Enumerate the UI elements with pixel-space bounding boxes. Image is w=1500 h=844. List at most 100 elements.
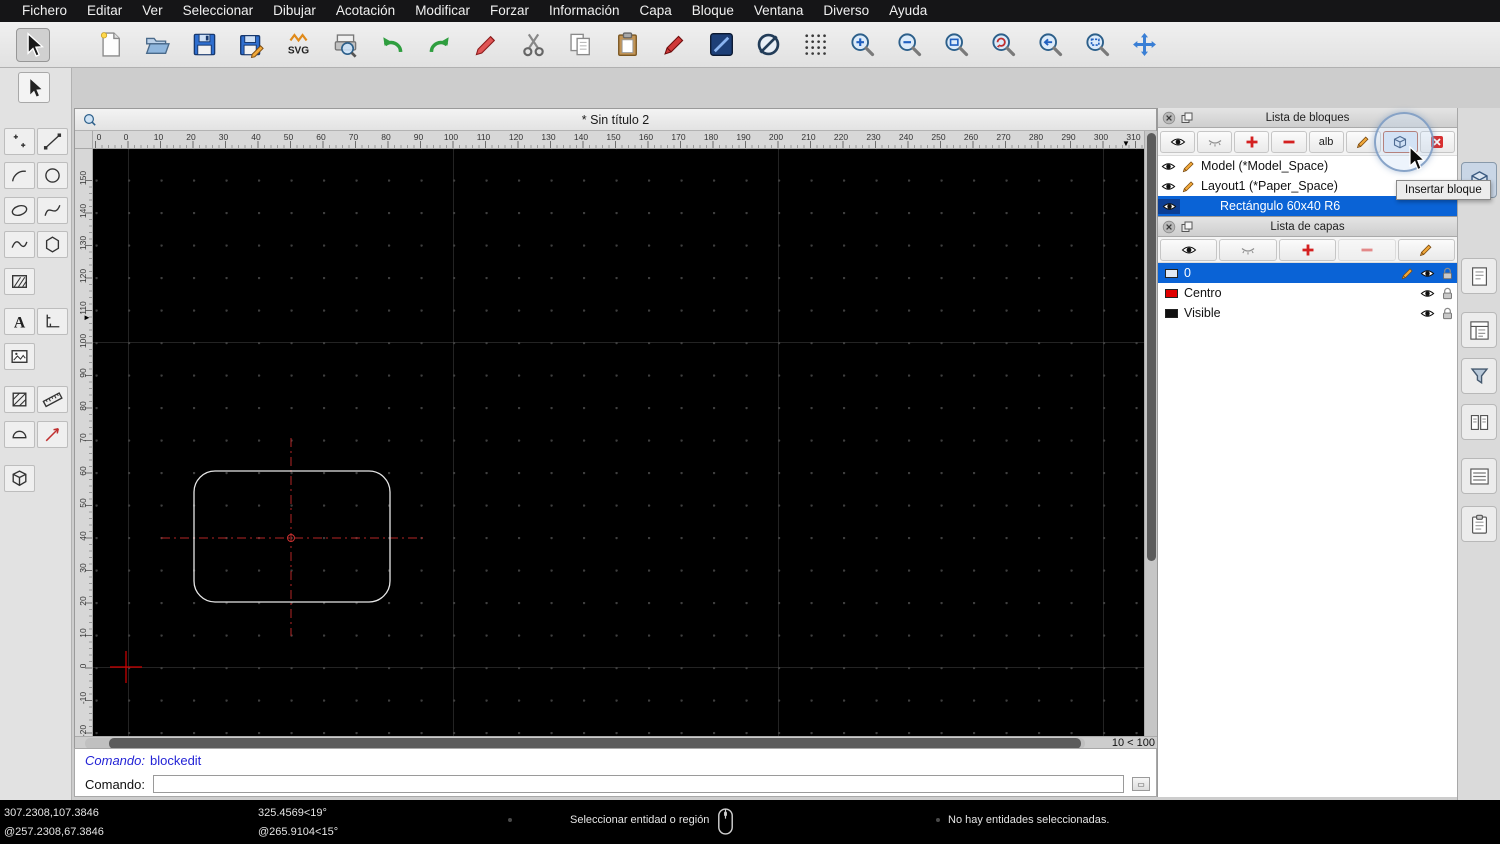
dock-page-panel-button[interactable] <box>1461 258 1497 294</box>
solid-tool[interactable] <box>4 465 35 492</box>
close-panel-icon[interactable] <box>1162 220 1176 234</box>
menu-capa[interactable]: Capa <box>630 0 682 22</box>
block-visibility-icon[interactable] <box>1158 199 1180 214</box>
ordinate-tool[interactable] <box>37 308 68 335</box>
circle-tool[interactable] <box>37 162 68 189</box>
menu-modificar[interactable]: Modificar <box>405 0 480 22</box>
remove-block-button[interactable] <box>1271 131 1306 153</box>
menu-ver[interactable]: Ver <box>132 0 172 22</box>
dock-rows-panel-button[interactable] <box>1461 458 1497 494</box>
polygon-tool[interactable] <box>37 231 68 258</box>
zoom-pan-button[interactable] <box>1127 28 1161 62</box>
float-panel-icon[interactable] <box>1180 111 1194 125</box>
layer-list-item[interactable]: Visible <box>1158 303 1457 323</box>
menu-editar[interactable]: Editar <box>77 0 132 22</box>
menu-diverso[interactable]: Diverso <box>813 0 879 22</box>
edit-layer-button[interactable] <box>1398 239 1455 261</box>
menu-forzar[interactable]: Forzar <box>480 0 539 22</box>
ellipse-tool[interactable] <box>4 197 35 224</box>
vertical-scrollbar[interactable] <box>1144 131 1157 736</box>
dimension-tool[interactable] <box>37 421 68 448</box>
add-layer-button[interactable] <box>1279 239 1336 261</box>
block-edit-icon[interactable] <box>1178 179 1198 194</box>
block-visibility-icon[interactable] <box>1158 159 1178 174</box>
block-visibility-icon[interactable] <box>1158 179 1178 194</box>
line-attributes-button[interactable] <box>704 28 738 62</box>
arc-tool[interactable] <box>4 162 35 189</box>
dock-clipboard-panel-button[interactable] <box>1461 506 1497 542</box>
zoom-window-button[interactable] <box>1080 28 1114 62</box>
copy-button[interactable] <box>563 28 597 62</box>
selection-tool[interactable] <box>18 72 50 103</box>
menu-ventana[interactable]: Ventana <box>744 0 814 22</box>
entity-attributes-button[interactable] <box>751 28 785 62</box>
cut-button[interactable] <box>516 28 550 62</box>
menu-ayuda[interactable]: Ayuda <box>879 0 937 22</box>
close-panel-icon[interactable] <box>1162 111 1176 125</box>
freehand-tool[interactable] <box>4 231 35 258</box>
dock-list-panel-button[interactable] <box>1461 312 1497 348</box>
spline-tool[interactable] <box>37 197 68 224</box>
ruler-left-label: 60 <box>78 458 88 484</box>
measure-tool[interactable] <box>37 386 68 413</box>
delete-entities-button[interactable] <box>469 28 503 62</box>
point-tool[interactable] <box>4 128 35 155</box>
freeze-all-layers-button[interactable] <box>1219 239 1276 261</box>
document-titlebar[interactable]: * Sin título 2 <box>75 109 1156 131</box>
hatch-tool[interactable] <box>4 268 35 295</box>
zoom-out-button[interactable] <box>892 28 926 62</box>
add-block-button[interactable] <box>1234 131 1269 153</box>
zoom-previous-button[interactable] <box>1033 28 1067 62</box>
new-document-button[interactable] <box>93 28 127 62</box>
remove-layer-button[interactable] <box>1338 239 1395 261</box>
image-tool[interactable] <box>4 343 35 370</box>
layer-visibility-icon[interactable] <box>1417 286 1437 301</box>
menu-acotacion[interactable]: Acotación <box>326 0 405 22</box>
menu-dibujar[interactable]: Dibujar <box>263 0 326 22</box>
horizontal-scrollbar[interactable] <box>85 738 1085 749</box>
layer-list-item[interactable]: 0 <box>1158 263 1457 283</box>
undo-button[interactable] <box>375 28 409 62</box>
dock-library-panel-button[interactable] <box>1461 404 1497 440</box>
open-document-button[interactable] <box>140 28 174 62</box>
rename-block-button[interactable]: alb <box>1309 131 1344 153</box>
layer-lock-icon[interactable] <box>1437 286 1457 301</box>
layer-visibility-icon[interactable] <box>1417 306 1437 321</box>
fill-tool[interactable] <box>4 386 35 413</box>
layer-visibility-icon[interactable] <box>1417 266 1437 281</box>
save-as-button[interactable] <box>234 28 268 62</box>
layer-lock-icon[interactable] <box>1437 306 1457 321</box>
layer-edit-icon[interactable] <box>1397 266 1417 281</box>
shape-tool[interactable] <box>4 421 35 448</box>
menu-fichero[interactable]: Fichero <box>12 0 77 22</box>
float-panel-icon[interactable] <box>1180 220 1194 234</box>
defreeze-all-blocks-button[interactable] <box>1160 131 1195 153</box>
line-tool[interactable] <box>37 128 68 155</box>
zoom-auto-button[interactable] <box>939 28 973 62</box>
menu-bloque[interactable]: Bloque <box>682 0 744 22</box>
layer-lock-icon[interactable] <box>1437 266 1457 281</box>
pen-attributes-button[interactable] <box>657 28 691 62</box>
defreeze-all-layers-button[interactable] <box>1160 239 1217 261</box>
drawing-canvas[interactable] <box>93 149 1144 736</box>
freeze-all-blocks-button[interactable] <box>1197 131 1232 153</box>
menu-seleccionar[interactable]: Seleccionar <box>173 0 264 22</box>
paste-button[interactable] <box>610 28 644 62</box>
dock-filter-panel-button[interactable] <box>1461 358 1497 394</box>
select-cursor-button[interactable] <box>16 28 50 62</box>
text-tool[interactable]: A <box>4 308 35 335</box>
snap-grid-button[interactable] <box>798 28 832 62</box>
horizontal-scrollbar-thumb[interactable] <box>109 738 1081 749</box>
block-edit-icon[interactable] <box>1178 159 1198 174</box>
command-input[interactable] <box>153 775 1124 793</box>
menu-informacion[interactable]: Información <box>539 0 630 22</box>
zoom-in-button[interactable] <box>845 28 879 62</box>
vertical-scrollbar-thumb[interactable] <box>1147 133 1156 561</box>
zoom-redraw-button[interactable] <box>986 28 1020 62</box>
save-document-button[interactable] <box>187 28 221 62</box>
layer-list-item[interactable]: Centro <box>1158 283 1457 303</box>
redo-button[interactable] <box>422 28 456 62</box>
print-preview-button[interactable] <box>328 28 362 62</box>
export-svg-button[interactable]: SVG <box>281 28 315 62</box>
command-options-button[interactable]: ▭ <box>1132 777 1150 791</box>
